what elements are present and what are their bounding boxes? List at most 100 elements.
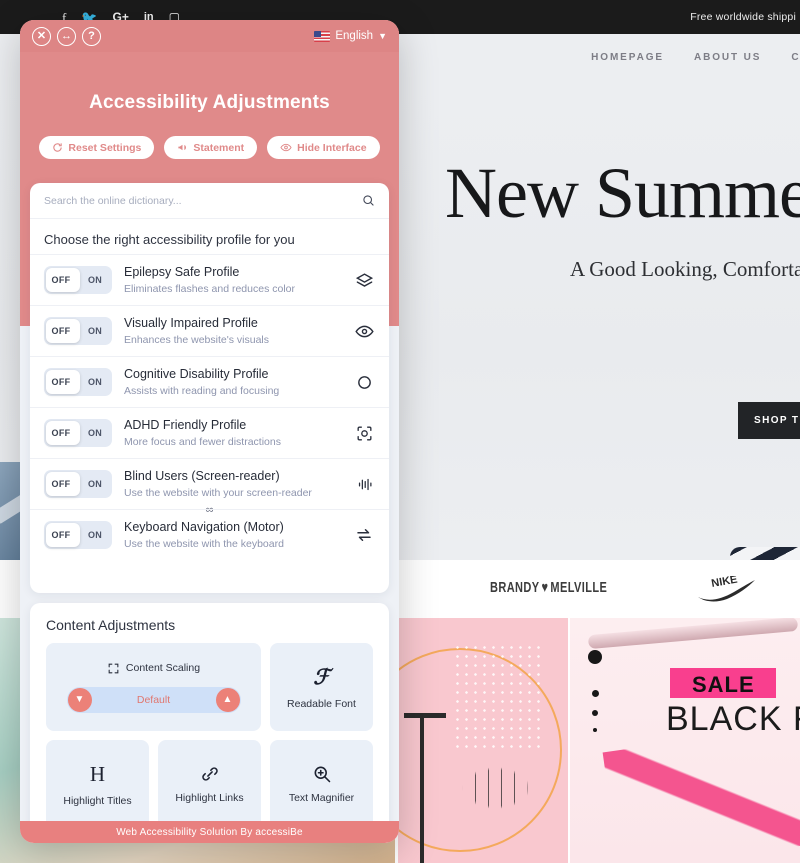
text-magnifier-tile[interactable]: Text Magnifier — [270, 740, 373, 828]
profile-title: Epilepsy Safe Profile — [124, 265, 240, 279]
toggle-adhd-friendly[interactable]: OFF ON — [44, 419, 112, 448]
heart-icon: ♥ — [541, 579, 549, 597]
hero-subtitle: A Good Looking, Comforta — [570, 257, 800, 281]
product-tile-pink[interactable] — [398, 618, 568, 863]
resize-arrows-icon[interactable]: ↔ — [57, 26, 76, 46]
sale-label: SALE — [692, 672, 755, 697]
megaphone-icon — [178, 144, 187, 151]
focus-target-icon — [353, 422, 375, 444]
profile-row-cognitive-disability[interactable]: OFF ON Cognitive Disability Profile Assi… — [30, 356, 389, 407]
hero-title: New Summe — [445, 153, 800, 233]
profile-desc: Eliminates flashes and reduces color — [124, 282, 296, 295]
scaling-decrease-button[interactable]: ▼ — [67, 687, 92, 712]
svg-text:NIKE: NIKE — [710, 576, 738, 590]
shop-the-button[interactable]: SHOP THE — [738, 402, 800, 439]
panel-footer: Web Accessibility Solution By accessiBe — [20, 821, 399, 843]
toggle-off-label: OFF — [51, 479, 71, 490]
nike-logo: NIKE — [698, 576, 755, 602]
toggle-keyboard-navigation[interactable]: OFF ON — [44, 521, 112, 550]
toggle-off-label: OFF — [51, 326, 71, 337]
nav-links[interactable]: HOMEPAGE ABOUT US CLOTHI — [591, 52, 800, 63]
shipping-note: Free worldwide shippi — [690, 11, 796, 23]
toggle-off-label: OFF — [51, 428, 71, 439]
scaling-increase-button[interactable]: ▲ — [215, 687, 240, 712]
content-adjustments-grid: Content Scaling ▼ Default ▲ ℱ Readable F… — [30, 637, 389, 843]
profile-row-keyboard-navigation[interactable]: OFF ON Keyboard Navigation (Motor) Use t… — [30, 509, 389, 560]
reset-settings-button[interactable]: Reset Settings — [39, 136, 155, 159]
profile-title: Keyboard Navigation (Motor) — [124, 520, 284, 535]
profiles-heading: Choose the right accessibility profile f… — [44, 232, 295, 247]
profile-row-adhd-friendly[interactable]: OFF ON ADHD Friendly Profile More focus … — [30, 407, 389, 458]
profile-row-blind-users[interactable]: OFF ON Blind Users (Screen-reader) Use t… — [30, 458, 389, 517]
product-tile-sale[interactable]: SALE BLACK FRI — [570, 618, 800, 863]
panel-title: Accessibility Adjustments — [89, 92, 330, 113]
melville-text: MELVILLE — [550, 579, 608, 597]
toggle-on-label: ON — [87, 479, 103, 490]
help-icon[interactable]: ? — [82, 26, 101, 46]
toggle-on-label: ON — [87, 275, 103, 286]
content-scaling-stepper[interactable]: ▼ Default ▲ — [66, 686, 241, 713]
toggle-on-label: ON — [87, 530, 103, 541]
highlight-titles-tile[interactable]: H Highlight Titles — [46, 740, 149, 828]
statement-button[interactable]: Statement — [164, 136, 258, 159]
content-scaling-value: Default — [136, 693, 171, 706]
brandy-text: BRANDY — [490, 579, 540, 597]
eye-icon — [280, 143, 292, 152]
nav-item-about-us[interactable]: ABOUT US — [694, 52, 761, 63]
profile-desc: Use the website with your screen-reader — [124, 487, 312, 500]
language-selector[interactable]: English ▼ — [314, 30, 387, 42]
hide-interface-label: Hide Interface — [297, 141, 367, 154]
toggle-off-label: OFF — [51, 377, 71, 388]
close-icon[interactable]: ✕ — [32, 26, 51, 46]
us-flag-icon — [314, 30, 331, 42]
font-f-icon: ℱ — [313, 664, 330, 689]
panel-toolbar: ✕ ↔ ? English ▼ — [20, 20, 399, 52]
reset-icon — [53, 143, 63, 152]
toggle-epilepsy-safe[interactable]: OFF ON — [44, 266, 112, 295]
profile-row-epilepsy-safe[interactable]: OFF ON Epilepsy Safe Profile Eliminates … — [30, 254, 389, 305]
toggle-visually-impaired[interactable]: OFF ON — [44, 317, 112, 346]
striped-shirt-photo — [730, 547, 800, 560]
statement-label: Statement — [193, 141, 245, 154]
nav-item-clothing[interactable]: CLOTHI — [791, 52, 800, 63]
link-icon — [201, 767, 218, 781]
text-magnifier-label: Text Magnifier — [288, 792, 355, 804]
profiles-card: Choose the right accessibility profile f… — [30, 183, 389, 593]
highlight-links-label: Highlight Links — [175, 792, 244, 804]
profile-title: Blind Users (Screen-reader) — [124, 469, 280, 484]
readable-font-tile[interactable]: ℱ Readable Font — [270, 643, 373, 731]
readable-font-label: Readable Font — [287, 697, 356, 710]
search-row[interactable] — [30, 183, 389, 219]
toggle-on-label: ON — [87, 428, 103, 439]
profile-desc: Use the website with the keyboard — [124, 538, 284, 551]
nav-item-homepage[interactable]: HOMEPAGE — [591, 52, 664, 63]
accessibility-panel: ✕ ↔ ? English ▼ Accessibility Adjustment… — [20, 20, 399, 843]
content-adjustments-heading: Content Adjustments — [46, 617, 176, 633]
expand-icon — [108, 663, 119, 673]
magnifier-plus-icon — [314, 766, 330, 783]
toggle-off-label: OFF — [51, 530, 71, 541]
profile-desc: Enhances the website's visuals — [124, 333, 270, 346]
content-scaling-label: Content Scaling — [125, 662, 201, 674]
language-label: English — [335, 30, 374, 42]
toggle-cognitive-disability[interactable]: OFF ON — [44, 368, 112, 397]
toggle-blind-users[interactable]: OFF ON — [44, 470, 112, 499]
highlight-links-tile[interactable]: Highlight Links — [158, 740, 261, 828]
toggle-off-label: OFF — [51, 275, 71, 286]
heading-h-icon: H — [89, 761, 106, 786]
panel-header-buttons: Reset Settings Statement Hide Interface — [20, 136, 399, 159]
eye-icon — [353, 320, 375, 342]
hide-interface-button[interactable]: Hide Interface — [267, 136, 380, 159]
profile-row-visually-impaired[interactable]: OFF ON Visually Impaired Profile Enhance… — [30, 305, 389, 356]
chevron-down-icon: ▼ — [378, 31, 387, 41]
profile-title: ADHD Friendly Profile — [124, 418, 247, 433]
search-icon[interactable] — [362, 194, 375, 207]
content-scaling-tile[interactable]: Content Scaling ▼ Default ▲ — [46, 643, 261, 731]
audio-wave-icon — [353, 473, 375, 495]
search-input[interactable] — [44, 194, 354, 207]
brandy-melville-logo: BRANDY ♥ MELVILLE — [490, 580, 607, 596]
toggle-on-label: ON — [87, 377, 103, 388]
profile-title: Cognitive Disability Profile — [124, 367, 269, 382]
arrows-swap-icon — [353, 524, 375, 546]
profile-desc: More focus and fewer distractions — [124, 436, 281, 449]
